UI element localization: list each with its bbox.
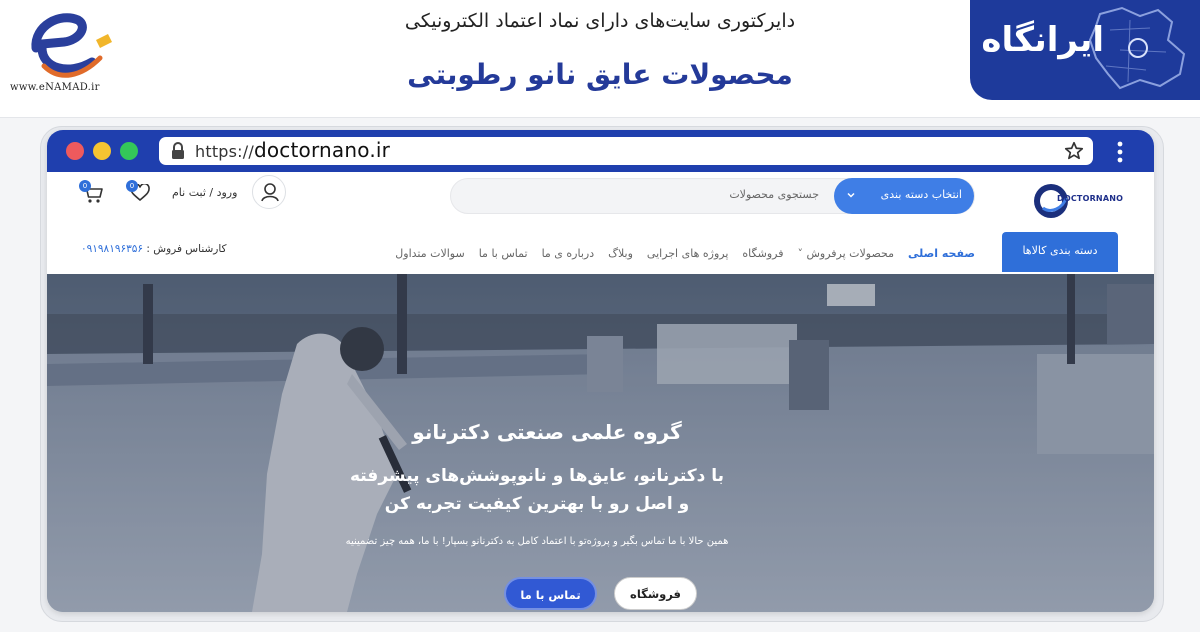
nav-item-home[interactable]: صفحه اصلی <box>908 247 975 260</box>
shop-button[interactable]: فروشگاه <box>614 577 697 610</box>
product-search[interactable]: جستجوی محصولات انتخاب دسته بندی <box>450 178 975 214</box>
nav-item-shop[interactable]: فروشگاه <box>742 247 783 260</box>
browser-window: https://doctornano.ir DOCTORNANO جستجوی … <box>47 130 1154 612</box>
login-register-link[interactable]: ورود / ثبت نام <box>172 186 237 199</box>
hero-banner: گروه علمی صنعتی دکترنانو با دکترنانو، عا… <box>47 274 1154 612</box>
directory-banner: www.eNAMAD.ir دایرکتوری سایت‌های دارای ن… <box>0 0 1200 118</box>
hero-tagline-1: با دکترنانو، عایق‌ها و نانوپوشش‌های پیشر… <box>349 466 725 486</box>
sales-label: کارشناس فروش : <box>146 243 227 255</box>
enamad-url[interactable]: www.eNAMAD.ir <box>10 82 100 93</box>
browser-menu-icon[interactable] <box>1113 140 1127 164</box>
contact-us-button[interactable]: تماس با ما <box>504 577 597 610</box>
site-header: DOCTORNANO جستجوی محصولات انتخاب دسته بن… <box>47 172 1154 232</box>
chevron-down-icon <box>847 192 855 198</box>
site-logo-text: DOCTORNANO <box>1057 194 1124 203</box>
minimize-window-button[interactable] <box>93 142 111 160</box>
user-icon <box>261 183 279 202</box>
hero-description: همین حالا با ما تماس بگیر و پروژه‌تو با … <box>345 536 729 547</box>
nav-item-contact[interactable]: تماس با ما <box>479 247 528 260</box>
cart-count-badge: 0 <box>79 180 91 192</box>
user-account-button[interactable] <box>252 175 286 209</box>
irangah-logo[interactable]: ایرانگاه <box>970 0 1200 100</box>
maximize-window-button[interactable] <box>120 142 138 160</box>
category-select-label: انتخاب دسته بندی <box>880 188 962 201</box>
nav-item-bestsellers[interactable]: محصولات پرفروش ˅ <box>797 247 894 260</box>
sales-contact: کارشناس فروش : ۰۹۱۹۸۱۹۶۳۵۶ <box>81 243 227 255</box>
irangah-brand: ایرانگاه <box>981 20 1104 60</box>
bookmark-star-icon[interactable] <box>1063 140 1085 162</box>
nav-item-projects[interactable]: پروژه های اجرایی <box>647 247 729 260</box>
banner-title: محصولات عایق نانو رطوبتی <box>407 58 793 91</box>
hero-title: گروه علمی صنعتی دکترنانو <box>412 420 682 444</box>
banner-subtitle: دایرکتوری سایت‌های دارای نماد اعتماد الک… <box>404 10 796 32</box>
address-bar[interactable]: https://doctornano.ir <box>159 137 1093 165</box>
category-select[interactable]: انتخاب دسته بندی <box>834 178 974 214</box>
url-protocol: https:// <box>195 142 254 161</box>
enamad-e-icon <box>31 13 112 78</box>
nav-item-faq[interactable]: سوالات متداول <box>395 247 464 260</box>
wishlist-count-badge: 0 <box>126 180 138 192</box>
nav-item-about[interactable]: درباره ی ما <box>542 247 595 260</box>
search-placeholder: جستجوی محصولات <box>729 188 819 201</box>
close-window-button[interactable] <box>66 142 84 160</box>
product-categories-button[interactable]: دسته بندی کالاها <box>1002 232 1118 272</box>
hero-tagline-2: و اصل رو با بهترین کیفیت تجربه کن <box>384 494 690 514</box>
browser-toolbar: https://doctornano.ir <box>47 130 1154 172</box>
lock-icon <box>172 142 184 159</box>
product-categories-label: دسته بندی کالاها <box>1022 244 1098 257</box>
nav-item-blog[interactable]: وبلاگ <box>608 247 633 260</box>
url-text: https://doctornano.ir <box>195 138 390 162</box>
nav-menu: صفحه اصلی محصولات پرفروش ˅ فروشگاه پروژه… <box>375 242 975 264</box>
sales-phone[interactable]: ۰۹۱۹۸۱۹۶۳۵۶ <box>81 243 143 255</box>
main-nav: دسته بندی کالاها صفحه اصلی محصولات پرفرو… <box>47 232 1154 274</box>
url-domain: doctornano.ir <box>253 138 391 162</box>
